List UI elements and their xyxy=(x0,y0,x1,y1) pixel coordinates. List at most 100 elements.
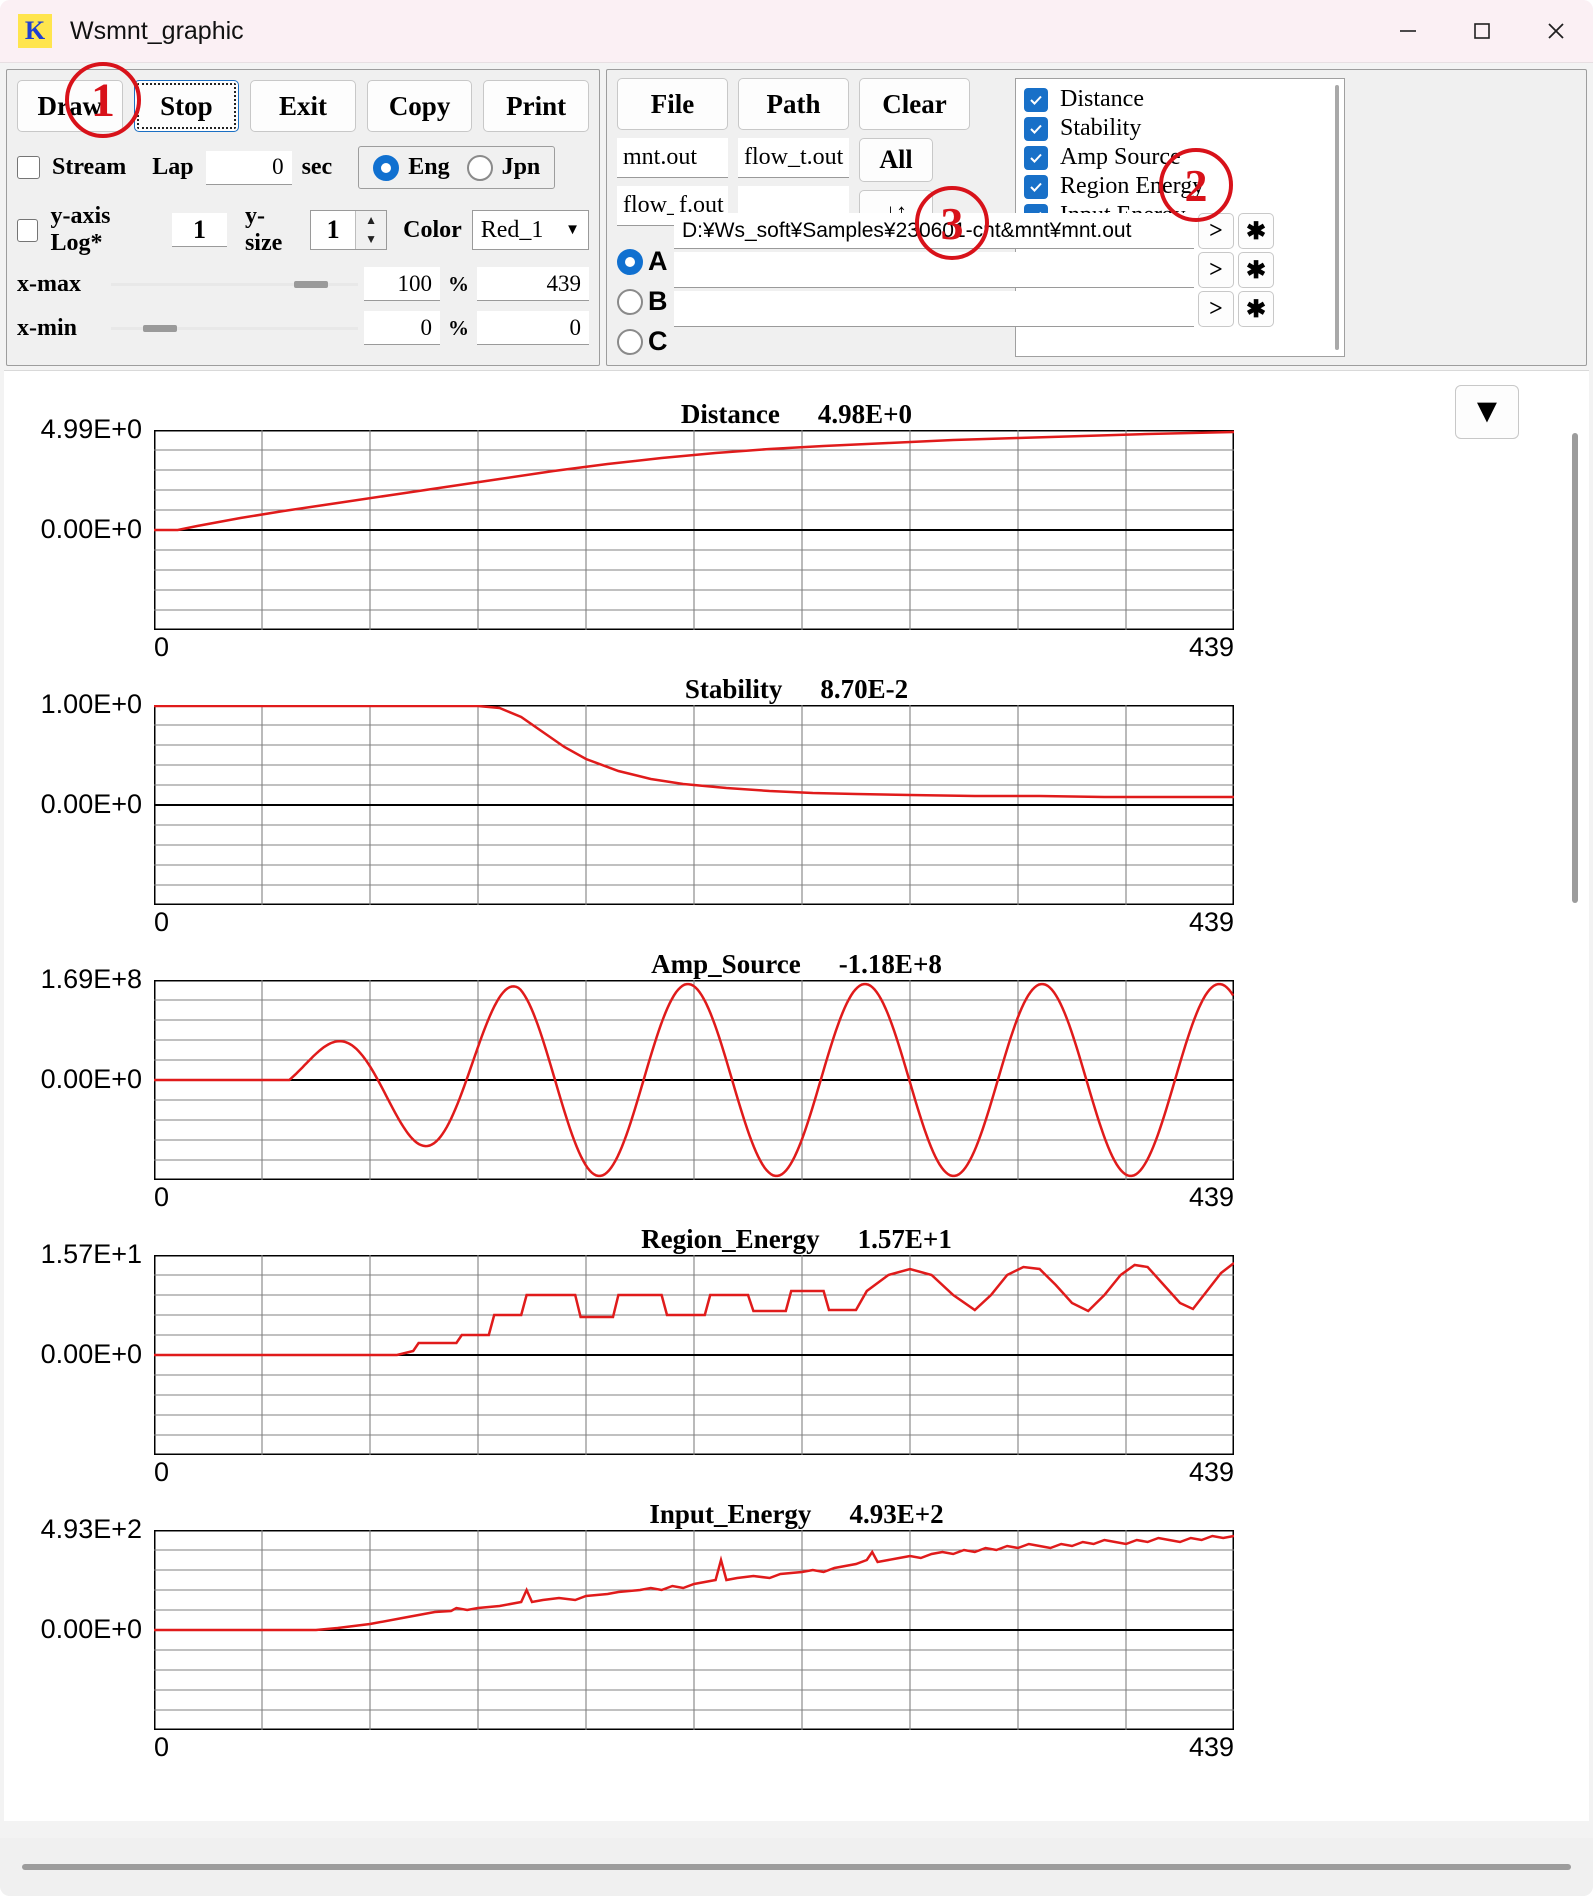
xmin-percent-input[interactable]: 0 xyxy=(364,311,440,345)
clear-button[interactable]: Clear xyxy=(859,78,970,130)
xmax-slider-thumb[interactable] xyxy=(294,280,328,288)
chart-title-amp-source: Amp_Source -1.18E+8 xyxy=(4,949,1589,980)
charts-container: ▼ Distance 4.98E+0 4.99E+0 0.00E+0 0 439… xyxy=(4,370,1589,1821)
ysize-stepper[interactable]: 1 ▲ ▼ xyxy=(310,210,388,250)
checklist-item[interactable]: Stability xyxy=(1024,114,1340,143)
app-window: K Wsmnt_graphic Draw Stop Exit Copy Prin… xyxy=(0,0,1593,1896)
chart-region-energy: Region_Energy 1.57E+1 1.57E+1 0.00E+0 0 … xyxy=(4,1224,1589,1487)
copy-button[interactable]: Copy xyxy=(366,80,473,132)
check-icon[interactable] xyxy=(1024,87,1048,112)
checklist-label: Distance xyxy=(1060,86,1144,112)
xmin-row: x-min 0 % 0 xyxy=(17,311,589,345)
yaxis-row: y-axis Log* 1 y-size 1 ▲ ▼ Color Red_1 ▼ xyxy=(17,203,590,257)
check-icon[interactable] xyxy=(1024,174,1048,199)
y-max-label: 4.93E+2 xyxy=(40,1514,142,1544)
plot-area-input-energy: 4.93E+2 0.00E+0 0 439 xyxy=(41,1514,1234,1762)
plot-svg-distance xyxy=(154,430,1234,630)
xmax-slider[interactable] xyxy=(111,280,358,288)
checklist-scrollbar[interactable] xyxy=(1334,85,1340,350)
chart-distance: Distance 4.98E+0 4.99E+0 0.00E+0 0 439 xyxy=(4,399,1589,662)
chart-title-text: Stability xyxy=(684,674,783,704)
app-logo-icon: K xyxy=(18,14,52,48)
path-letter-b: B xyxy=(648,286,668,316)
lang-eng-radio[interactable] xyxy=(373,154,400,181)
chevron-down-icon[interactable]: ▼ xyxy=(356,230,386,249)
xmax-percent-input[interactable]: 100 xyxy=(364,267,440,301)
x-min-label: 0 xyxy=(154,1732,170,1762)
lang-eng-label: Eng xyxy=(408,154,450,180)
xmax-label: x-max xyxy=(17,270,81,297)
file-field-1[interactable]: mnt.out xyxy=(617,138,728,178)
all-button[interactable]: All xyxy=(859,138,933,182)
minimize-button[interactable] xyxy=(1371,0,1445,62)
file-button-row: File Path Clear xyxy=(617,78,1009,130)
lap-input[interactable]: 0 xyxy=(205,150,292,185)
x-max-label: 439 xyxy=(1188,1732,1234,1762)
file-field-2[interactable]: flow_t.out xyxy=(738,138,849,178)
file-button[interactable]: File xyxy=(617,78,728,130)
x-min-label: 0 xyxy=(154,1457,170,1487)
ysize-arrows[interactable]: ▲ ▼ xyxy=(355,211,387,249)
path-input-c[interactable] xyxy=(674,291,1194,327)
plot-svg-stability xyxy=(154,705,1234,905)
print-button[interactable]: Print xyxy=(483,80,589,132)
xmin-slider-thumb[interactable] xyxy=(143,324,177,332)
xmin-label: x-min xyxy=(17,314,77,341)
y-max-label: 1.69E+8 xyxy=(40,964,142,994)
chevron-up-icon[interactable]: ▲ xyxy=(356,211,386,230)
plot-svg-input-energy xyxy=(154,1530,1234,1730)
color-select-value: Red_1 xyxy=(480,216,544,243)
chart-title-region-energy: Region_Energy 1.57E+1 xyxy=(4,1224,1589,1255)
exit-button[interactable]: Exit xyxy=(250,80,356,132)
path-star-button-a[interactable]: ✱ xyxy=(1238,213,1274,249)
chart-value-text: 4.93E+2 xyxy=(849,1499,944,1529)
path-input-b-wrap: > ✱ xyxy=(674,252,1274,288)
stop-button[interactable]: Stop xyxy=(133,80,240,132)
maximize-button[interactable] xyxy=(1445,0,1519,62)
xmin-percent-unit: % xyxy=(448,315,469,340)
plot-svg-amp-source xyxy=(154,980,1234,1180)
chart-value-text: 1.57E+1 xyxy=(857,1224,952,1254)
chart-title-text: Input_Energy xyxy=(649,1499,812,1529)
path-go-button-c[interactable]: > xyxy=(1198,291,1234,327)
close-button[interactable] xyxy=(1519,0,1593,62)
lang-jpn-radio[interactable] xyxy=(466,154,493,181)
window-controls xyxy=(1371,0,1593,62)
path-star-button-c[interactable]: ✱ xyxy=(1238,291,1274,327)
chart-value-text: 4.98E+0 xyxy=(817,399,913,429)
chart-input-energy: Input_Energy 4.93E+2 4.93E+2 0.00E+0 0 4… xyxy=(4,1499,1589,1762)
chart-title-distance: Distance 4.98E+0 xyxy=(4,399,1589,430)
chart-title-text: Distance xyxy=(680,399,780,429)
lang-jpn-label: Jpn xyxy=(501,154,541,180)
check-icon[interactable] xyxy=(1024,116,1048,141)
x-max-label: 439 xyxy=(1188,632,1234,662)
ylog-label: y-axis Log* xyxy=(50,203,111,256)
check-icon[interactable] xyxy=(1024,145,1048,170)
horizontal-scrollbar[interactable] xyxy=(0,1838,1593,1896)
checklist-item[interactable]: Distance xyxy=(1024,85,1340,114)
chart-value-text: 8.70E-2 xyxy=(820,674,909,704)
path-go-button-b[interactable]: > xyxy=(1198,252,1234,288)
annotation-3: 3 xyxy=(915,186,989,260)
ysize-value: 1 xyxy=(326,215,340,244)
xmin-value-input[interactable]: 0 xyxy=(477,311,589,345)
x-max-label: 439 xyxy=(1188,907,1234,937)
xmax-value-input[interactable]: 439 xyxy=(477,267,589,301)
ylog-input[interactable]: 1 xyxy=(171,213,227,247)
path-input-b[interactable] xyxy=(674,252,1194,288)
lap-label: Lap xyxy=(152,154,194,180)
chart-title-text: Region_Energy xyxy=(641,1224,820,1254)
stream-checkbox[interactable] xyxy=(17,156,40,179)
path-radio-a[interactable] xyxy=(617,248,643,275)
y-max-label: 4.99E+0 xyxy=(40,414,142,444)
path-radio-c[interactable] xyxy=(617,328,643,355)
path-radio-b[interactable] xyxy=(617,288,643,315)
y-min-label: 0.00E+0 xyxy=(40,789,142,819)
color-select[interactable]: Red_1 ▼ xyxy=(471,210,590,250)
path-button[interactable]: Path xyxy=(738,78,849,130)
ylog-checkbox[interactable] xyxy=(17,218,39,242)
y-min-label: 0.00E+0 xyxy=(40,1614,142,1644)
path-star-button-b[interactable]: ✱ xyxy=(1238,252,1274,288)
xmin-slider[interactable] xyxy=(111,324,358,332)
path-row-c: C xyxy=(617,326,1009,357)
